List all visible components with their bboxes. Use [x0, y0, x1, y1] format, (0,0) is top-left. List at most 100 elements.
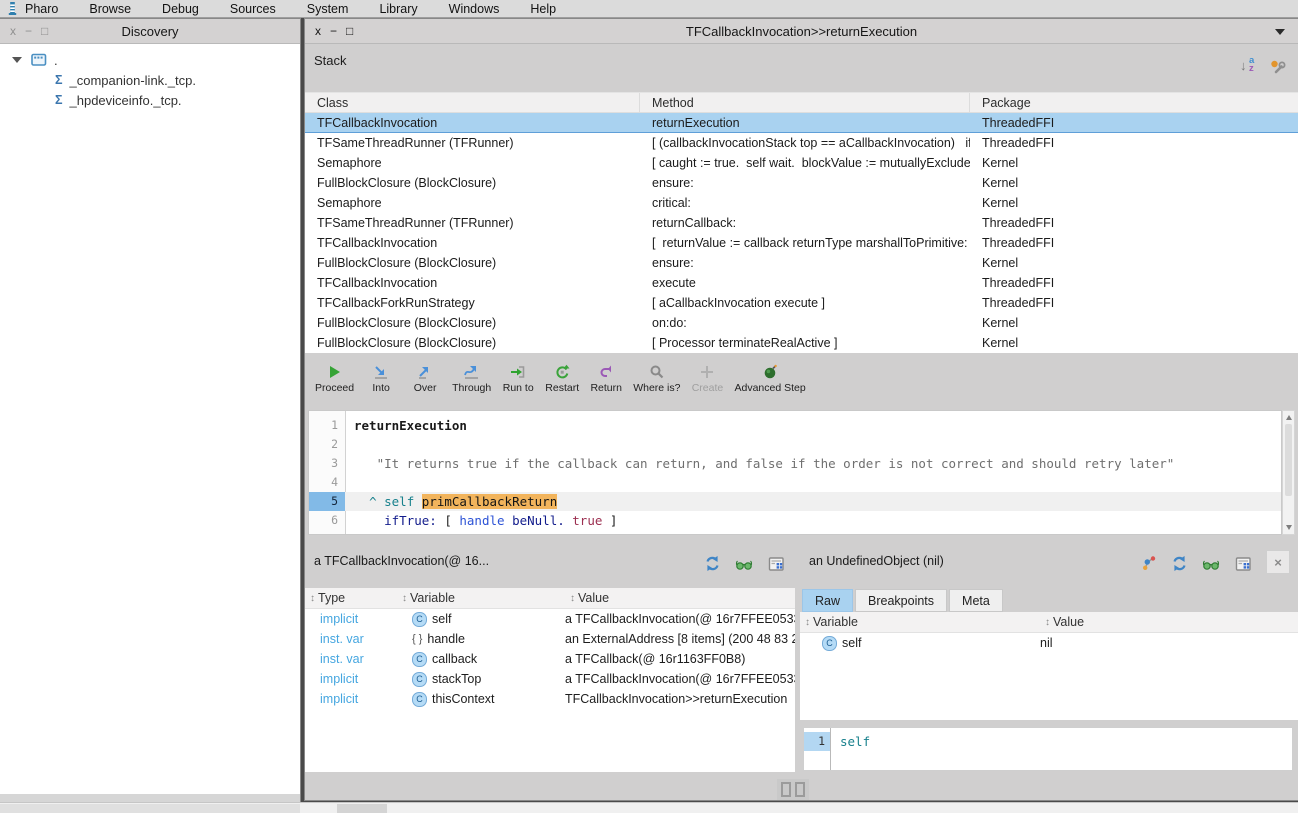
variable-name: { }handle	[397, 632, 565, 646]
scroll-down-icon[interactable]	[1286, 525, 1292, 530]
menu-item-library[interactable]: Library	[379, 2, 417, 16]
inspect-glasses-icon[interactable]	[735, 556, 754, 576]
stack-cell-class: FullBlockClosure (BlockClosure)	[305, 176, 640, 190]
close-icon[interactable]: x	[10, 24, 16, 38]
proceed-button[interactable]: Proceed	[310, 359, 359, 396]
browse-table-icon[interactable]	[1235, 556, 1252, 577]
variable-name: CthisContext	[397, 692, 565, 707]
menu-item-windows[interactable]: Windows	[449, 2, 500, 16]
stack-cell-package: ThreadedFFI	[970, 296, 1298, 310]
inspector-column-header-value[interactable]: Value	[1040, 612, 1298, 632]
run-to-button[interactable]: Run to	[496, 359, 540, 396]
tree-item[interactable]: Σ_companion-link._tcp.	[0, 70, 300, 90]
stack-row[interactable]: FullBlockClosure (BlockClosure)on:do:Ker…	[305, 313, 1298, 333]
stack-row[interactable]: TFCallbackInvocation[ returnValue := cal…	[305, 233, 1298, 253]
stack-row[interactable]: Semaphore[ caught := true. self wait. bl…	[305, 153, 1298, 173]
into-button[interactable]: Into	[359, 359, 403, 396]
variable-value: a TFCallback(@ 16r1163FF0B8)	[565, 652, 795, 666]
stack-row[interactable]: FullBlockClosure (BlockClosure)[ Process…	[305, 333, 1298, 353]
stack-row[interactable]: TFSameThreadRunner (TFRunner)returnCallb…	[305, 213, 1298, 233]
through-button[interactable]: Through	[447, 359, 496, 396]
stack-row[interactable]: Semaphorecritical:Kernel	[305, 193, 1298, 213]
stack-cell-package: Kernel	[970, 256, 1298, 270]
stack-column-header-class[interactable]: Class	[305, 93, 640, 112]
stack-row[interactable]: FullBlockClosure (BlockClosure)ensure:Ke…	[305, 173, 1298, 193]
tab-meta[interactable]: Meta	[949, 589, 1003, 612]
inspector-row[interactable]: implicitCselfa TFCallbackInvocation(@ 16…	[305, 609, 795, 629]
code-editor[interactable]: 1returnExecution23 "It returns true if t…	[308, 410, 1282, 535]
maximize-icon[interactable]: □	[346, 24, 353, 38]
inspector-pager[interactable]	[777, 779, 809, 800]
stack-row[interactable]: TFCallbackForkRunStrategy[ aCallbackInvo…	[305, 293, 1298, 313]
variable-value: nil	[1040, 636, 1298, 650]
browse-table-icon[interactable]	[768, 556, 785, 577]
mini-editor-text[interactable]: self	[831, 728, 870, 770]
stack-cell-class: TFSameThreadRunner (TFRunner)	[305, 216, 640, 230]
over-icon	[417, 363, 433, 380]
tree-item[interactable]: Σ_hpdeviceinfo._tcp.	[0, 90, 300, 110]
inspector-row[interactable]: implicitCstackTopa TFCallbackInvocation(…	[305, 669, 795, 689]
menu-item-pharo[interactable]: Pharo	[25, 2, 58, 16]
minimize-icon[interactable]: −	[330, 24, 337, 38]
scroll-up-icon[interactable]	[1286, 415, 1292, 420]
refresh-icon[interactable]	[704, 555, 721, 577]
close-icon[interactable]: x	[315, 24, 321, 38]
menu-item-help[interactable]: Help	[530, 2, 556, 16]
stack-row[interactable]: FullBlockClosure (BlockClosure)ensure:Ke…	[305, 253, 1298, 273]
menu-item-browse[interactable]: Browse	[89, 2, 131, 16]
tab-breakpoints[interactable]: Breakpoints	[855, 589, 947, 612]
return-button[interactable]: Return	[584, 359, 628, 396]
tab-raw[interactable]: Raw	[802, 589, 853, 612]
menu-item-debug[interactable]: Debug	[162, 2, 199, 16]
line-number: 5	[309, 492, 345, 511]
minimize-icon[interactable]: −	[25, 24, 32, 38]
discovery-window-controls: x−□	[10, 24, 48, 38]
inspector-left: a TFCallbackInvocation(@ 16... TypeVaria…	[305, 545, 795, 800]
advanced-step-button[interactable]: Advanced Step	[729, 359, 810, 396]
expander-icon[interactable]	[12, 57, 22, 63]
code-line: 5 ^ self primCallbackReturn	[309, 492, 1281, 511]
sort-az-icon[interactable]: ↓az	[1240, 57, 1258, 80]
inspector-row[interactable]: inst. var{ }handlean ExternalAddress [8 …	[305, 629, 795, 649]
menu-item-system[interactable]: System	[307, 2, 349, 16]
stack-row[interactable]: TFCallbackInvocationexecuteThreadedFFI	[305, 273, 1298, 293]
debugger-title: TFCallbackInvocation>>returnExecution	[305, 24, 1298, 39]
close-inspector-button[interactable]	[1266, 550, 1290, 574]
code-text: ifTrue: [ handle beNull. true ]	[345, 511, 617, 530]
refresh-icon[interactable]	[1171, 555, 1188, 577]
stack-column-header-method[interactable]: Method	[640, 93, 970, 112]
toolbar-button-label: Create	[692, 382, 724, 394]
restart-icon	[554, 363, 570, 380]
window-menu-chevron-icon[interactable]	[1275, 29, 1285, 35]
editor-scrollbar[interactable]	[1282, 410, 1295, 535]
inspector-column-header-value[interactable]: Value	[565, 588, 795, 608]
pager-page-icon[interactable]	[795, 782, 805, 797]
pager-page-icon[interactable]	[781, 782, 791, 797]
inspector-row[interactable]: implicitCthisContextTFCallbackInvocation…	[305, 689, 795, 709]
maximize-icon[interactable]: □	[41, 24, 48, 38]
over-button[interactable]: Over	[403, 359, 447, 396]
restart-button[interactable]: Restart	[540, 359, 584, 396]
inspect-glasses-icon[interactable]	[1202, 556, 1221, 576]
inspector-code-editor[interactable]: 1 self	[803, 727, 1293, 771]
code-text: returnExecution	[345, 416, 467, 435]
stack-column-header-package[interactable]: Package	[970, 93, 1298, 112]
where-is--button[interactable]: Where is?	[628, 359, 685, 396]
inspector-right-title: an UndefinedObject (nil)	[809, 554, 944, 568]
inspector-column-header-variable[interactable]: Variable	[800, 612, 1040, 632]
settings-wrench-icon[interactable]	[1269, 58, 1286, 80]
discovery-footer	[0, 794, 300, 802]
object-graph-icon[interactable]	[1140, 555, 1157, 577]
stack-row[interactable]: TFCallbackInvocationreturnExecutionThrea…	[305, 113, 1298, 133]
stack-cell-package: ThreadedFFI	[970, 116, 1298, 130]
scrollbar-thumb[interactable]	[1285, 424, 1292, 496]
inspector-column-header-type[interactable]: Type	[305, 588, 397, 608]
inspector-row[interactable]: Cselfnil	[800, 633, 1298, 653]
code-text: ifFalse: [ false ]	[345, 530, 520, 535]
menu-item-sources[interactable]: Sources	[230, 2, 276, 16]
tree-item[interactable]: .	[0, 50, 300, 70]
inspector-column-header-variable[interactable]: Variable	[397, 588, 565, 608]
stack-row[interactable]: TFSameThreadRunner (TFRunner)[ (callback…	[305, 133, 1298, 153]
toolbar-button-label: Restart	[545, 382, 579, 394]
inspector-row[interactable]: inst. varCcallbacka TFCallback(@ 16r1163…	[305, 649, 795, 669]
